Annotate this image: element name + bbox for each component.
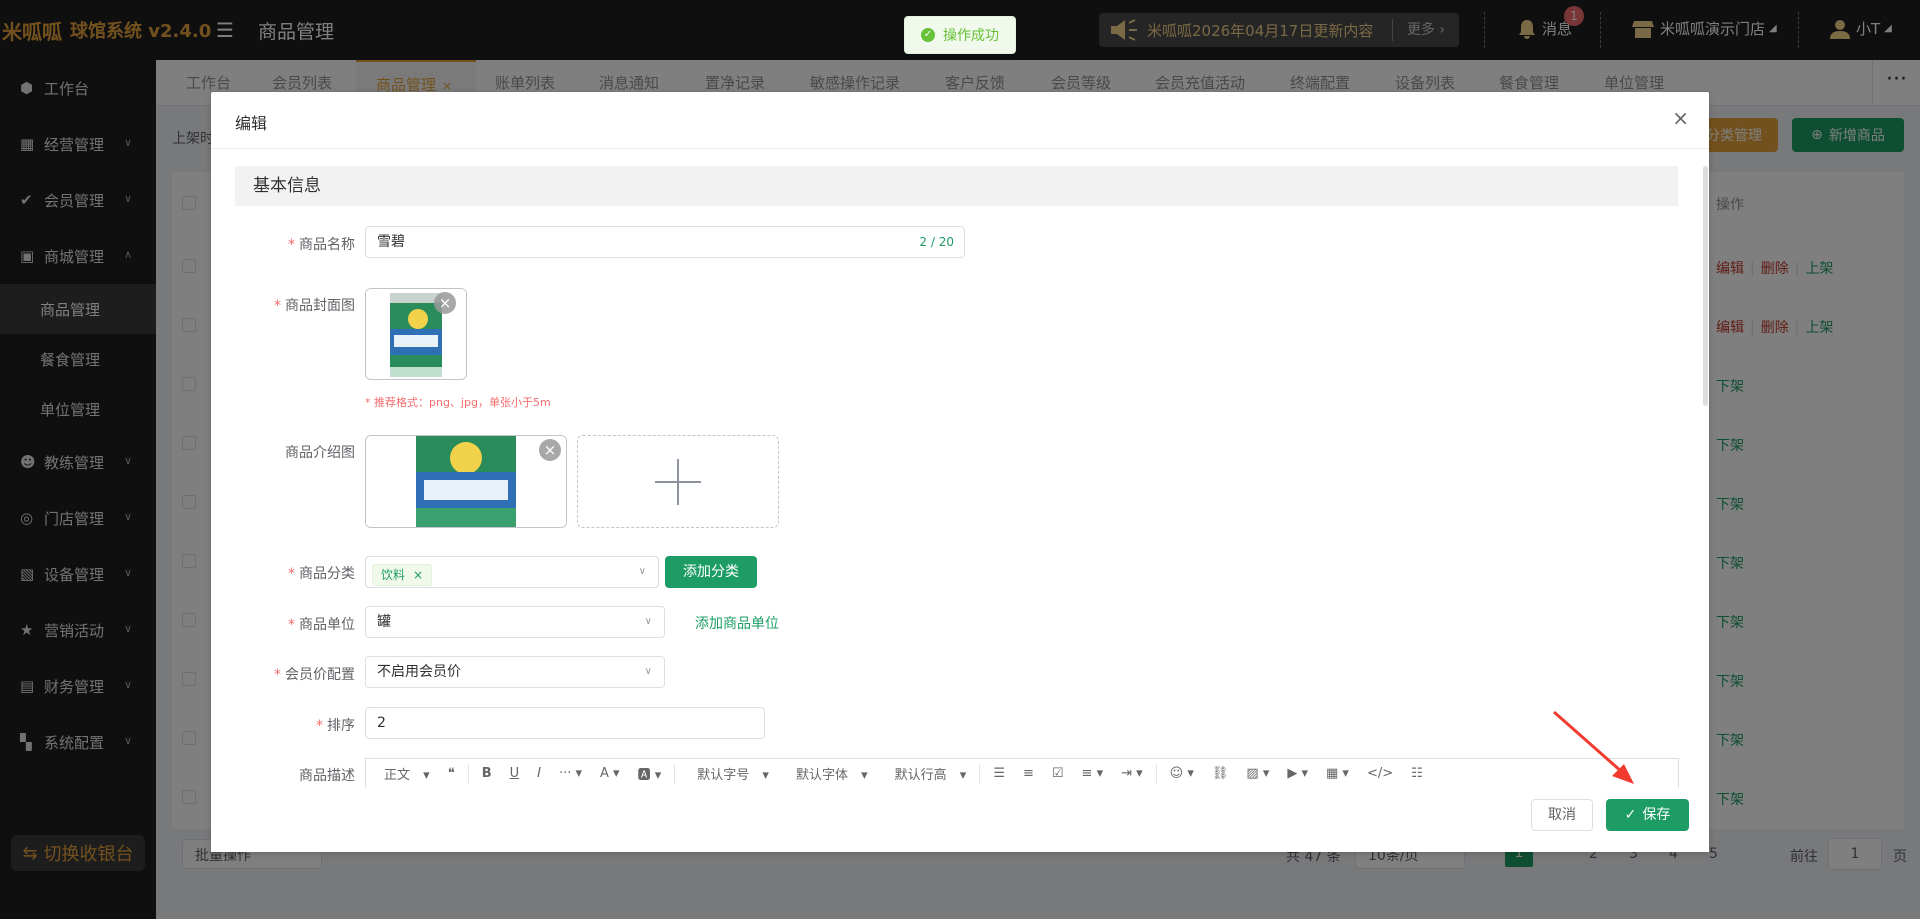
close-icon[interactable]: × <box>1672 106 1689 130</box>
edit-goods-dialog: 编辑 × 基本信息 <box>211 92 1709 852</box>
success-toast: ✓ 操作成功 <box>904 16 1016 54</box>
dialog-title: 编辑 <box>235 114 268 133</box>
cancel-button[interactable]: 取消 <box>1531 799 1593 831</box>
section-title: 基本信息 <box>235 166 1678 206</box>
check-icon: ✓ <box>1624 807 1637 823</box>
save-button[interactable]: ✓ 保存 <box>1606 799 1689 831</box>
dialog-footer <box>211 785 1709 852</box>
divider <box>211 148 1709 149</box>
annotation-arrow <box>1553 710 1634 784</box>
dialog-scrollbar[interactable] <box>1703 166 1708 406</box>
check-icon: ✓ <box>921 28 935 42</box>
